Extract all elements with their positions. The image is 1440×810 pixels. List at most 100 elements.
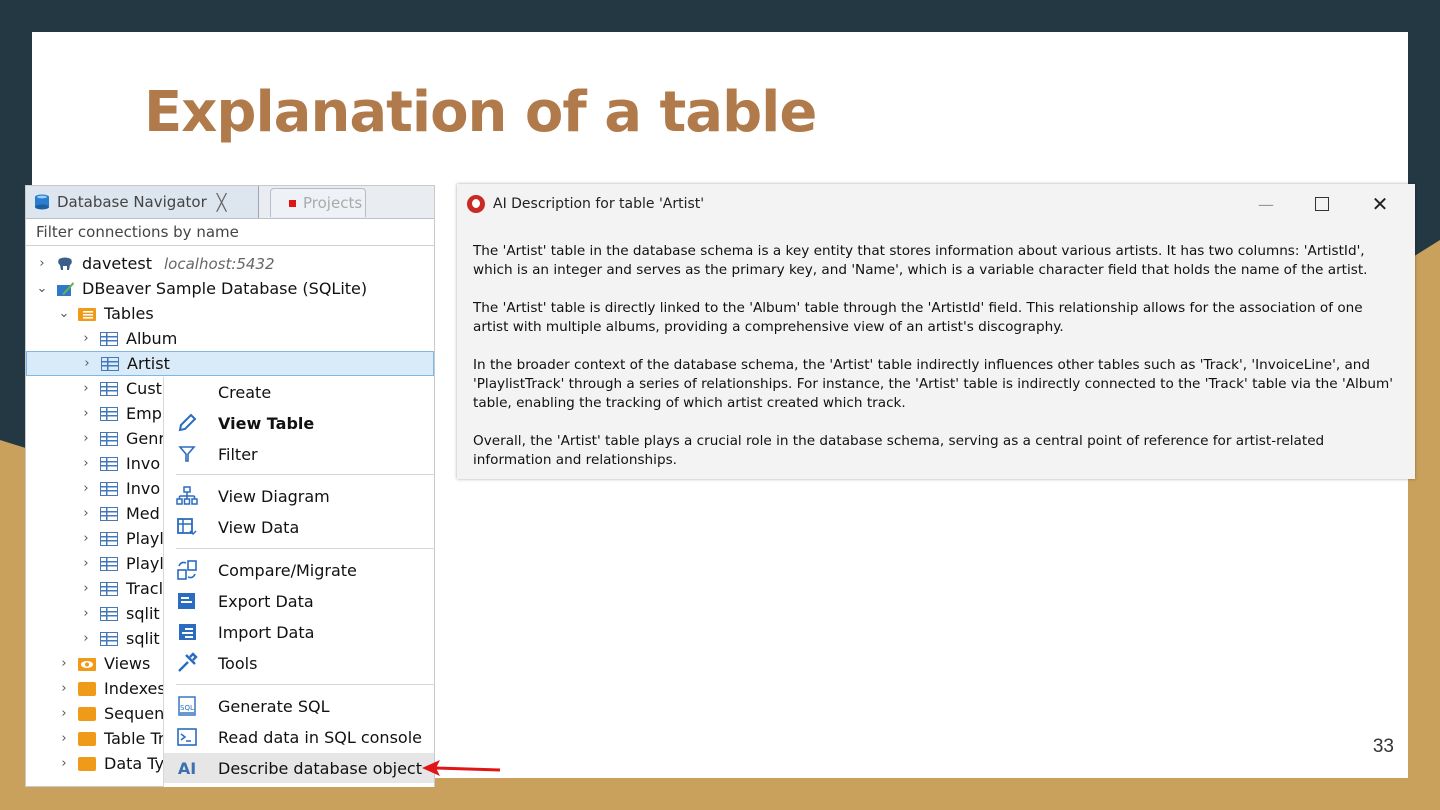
ai-icon: AI <box>177 758 197 778</box>
table-icon <box>100 631 118 646</box>
tree-item-label: Invo <box>126 479 161 498</box>
tree-item-table[interactable]: › Playl <box>80 526 164 551</box>
menu-item-view-table[interactable]: View Table <box>164 408 434 438</box>
tree-item-table[interactable]: › Tracl <box>80 576 163 601</box>
chevron-right-icon: › <box>83 331 89 346</box>
menu-item-tools[interactable]: Tools <box>164 648 434 678</box>
menu-item-filter[interactable]: Filter <box>164 439 434 469</box>
description-paragraph: Overall, the 'Artist' table plays a cruc… <box>473 433 1325 468</box>
menu-item-import-data[interactable]: Import Data <box>164 617 434 647</box>
menu-item-label: View Data <box>218 517 300 537</box>
chevron-right-icon: › <box>83 431 89 446</box>
tree-item-table-artist[interactable]: › Artist <box>26 351 434 376</box>
menu-item-label: Generate SQL <box>218 696 330 716</box>
console-icon <box>177 728 197 746</box>
tree-item-folder[interactable]: › Indexes <box>58 676 166 701</box>
export-icon <box>178 593 195 609</box>
menu-item-create[interactable]: Create <box>164 377 434 407</box>
menu-item-label: Tools <box>218 653 258 673</box>
menu-item-label: View Table <box>218 413 315 433</box>
tree-item-table[interactable]: › Med <box>80 501 159 526</box>
tree-item-label: Invo <box>126 454 161 473</box>
navigator-tabbar: Database Navigator ╳ Projects <box>26 186 434 219</box>
tab-projects[interactable]: Projects <box>270 188 366 217</box>
projects-icon <box>289 199 296 207</box>
table-icon <box>100 556 118 571</box>
ai-description-text[interactable]: The 'Artist' table in the database schem… <box>473 242 1397 489</box>
table-icon <box>100 581 118 596</box>
tab-database-navigator[interactable]: Database Navigator ╳ <box>26 186 259 218</box>
sqlite-db-icon <box>57 281 74 296</box>
close-icon[interactable]: ╳ <box>217 193 227 212</box>
menu-item-label: View Diagram <box>218 486 330 506</box>
folder-icon <box>78 681 96 696</box>
tree-item-label: sqlit <box>126 629 160 648</box>
dialog-titlebar: AI Description for table 'Artist' — ✕ <box>457 184 1415 224</box>
chevron-right-icon: › <box>83 556 89 571</box>
table-icon <box>100 331 118 346</box>
menu-separator <box>176 474 434 475</box>
chevron-right-icon: › <box>83 481 89 496</box>
tree-item-tables[interactable]: ⌄ Tables <box>58 301 154 326</box>
menu-item-describe-database-object[interactable]: AI Describe database object <box>164 753 434 783</box>
context-menu: Create View Table Filter View Diagram Vi… <box>163 377 434 787</box>
filter-icon <box>178 446 196 462</box>
chevron-right-icon: › <box>83 606 89 621</box>
database-icon <box>35 194 49 210</box>
close-button[interactable]: ✕ <box>1357 190 1403 218</box>
menu-item-compare-migrate[interactable]: Compare/Migrate <box>164 555 434 585</box>
tree-item-label: sqlit <box>126 604 160 623</box>
tree-item-table[interactable]: › Emp <box>80 401 161 426</box>
chevron-right-icon: › <box>61 706 67 721</box>
tree-item-label: Genr <box>126 429 165 448</box>
menu-separator <box>176 548 434 549</box>
tree-item-table[interactable]: › Cust <box>80 376 162 401</box>
tables-folder-icon <box>78 307 96 321</box>
ai-description-dialog: AI Description for table 'Artist' — ✕ Th… <box>457 184 1415 479</box>
diagram-icon <box>176 486 198 505</box>
tree-item-folder[interactable]: › Table Tr <box>58 726 164 751</box>
chevron-right-icon: › <box>61 731 67 746</box>
chevron-right-icon: › <box>83 381 89 396</box>
tree-item-label: Views <box>104 654 151 673</box>
table-icon <box>100 506 118 521</box>
table-icon <box>100 381 118 396</box>
menu-item-export-data[interactable]: Export Data <box>164 586 434 616</box>
tree-item-table[interactable]: › Invo <box>80 451 160 476</box>
folder-icon <box>78 731 96 746</box>
description-paragraph: The 'Artist' table is directly linked to… <box>473 300 1363 335</box>
tree-item-sample-database[interactable]: ⌄ DBeaver Sample Database (SQLite) <box>36 276 368 301</box>
menu-item-view-diagram[interactable]: View Diagram <box>164 481 434 511</box>
maximize-button[interactable] <box>1299 190 1345 218</box>
menu-item-read-data-sql-console[interactable]: Read data in SQL console <box>164 722 434 752</box>
table-icon <box>100 531 118 546</box>
tree-item-table[interactable]: › sqlit <box>80 626 160 651</box>
tree-item-label: Indexes <box>104 679 166 698</box>
tree-item-table[interactable]: › Genr <box>80 426 165 451</box>
tree-item-views[interactable]: › Views <box>58 651 150 676</box>
table-icon <box>100 481 118 496</box>
tree-item-davetest[interactable]: › davetest localhost:5432 <box>36 251 274 276</box>
description-paragraph: In the broader context of the database s… <box>473 357 1393 411</box>
tree-item-folder[interactable]: › Sequen <box>58 701 164 726</box>
table-icon <box>100 456 118 471</box>
chevron-right-icon: › <box>83 581 89 596</box>
sql-icon: SQL <box>178 696 196 716</box>
tree-item-label: Playl <box>126 529 164 548</box>
tree-item-folder[interactable]: › Data Ty <box>58 751 164 776</box>
folder-icon <box>78 756 96 771</box>
tree-item-table[interactable]: › sqlit <box>80 601 160 626</box>
menu-item-generate-sql[interactable]: SQL Generate SQL <box>164 691 434 721</box>
tree-item-table[interactable]: › Playl <box>80 551 163 576</box>
menu-item-label: Compare/Migrate <box>218 560 357 580</box>
minimize-button[interactable]: — <box>1243 190 1289 218</box>
table-icon <box>100 606 118 621</box>
filter-connections-input[interactable]: Filter connections by name <box>26 219 434 246</box>
chevron-down-icon: ⌄ <box>58 306 70 321</box>
menu-item-label: Export Data <box>218 591 314 611</box>
menu-item-view-data[interactable]: View Data <box>164 512 434 542</box>
description-paragraph: The 'Artist' table in the database schem… <box>473 243 1368 278</box>
tree-item-table[interactable]: › Invo <box>80 476 160 501</box>
chevron-right-icon: › <box>83 506 89 521</box>
tree-item-table-album[interactable]: › Album <box>80 326 177 351</box>
